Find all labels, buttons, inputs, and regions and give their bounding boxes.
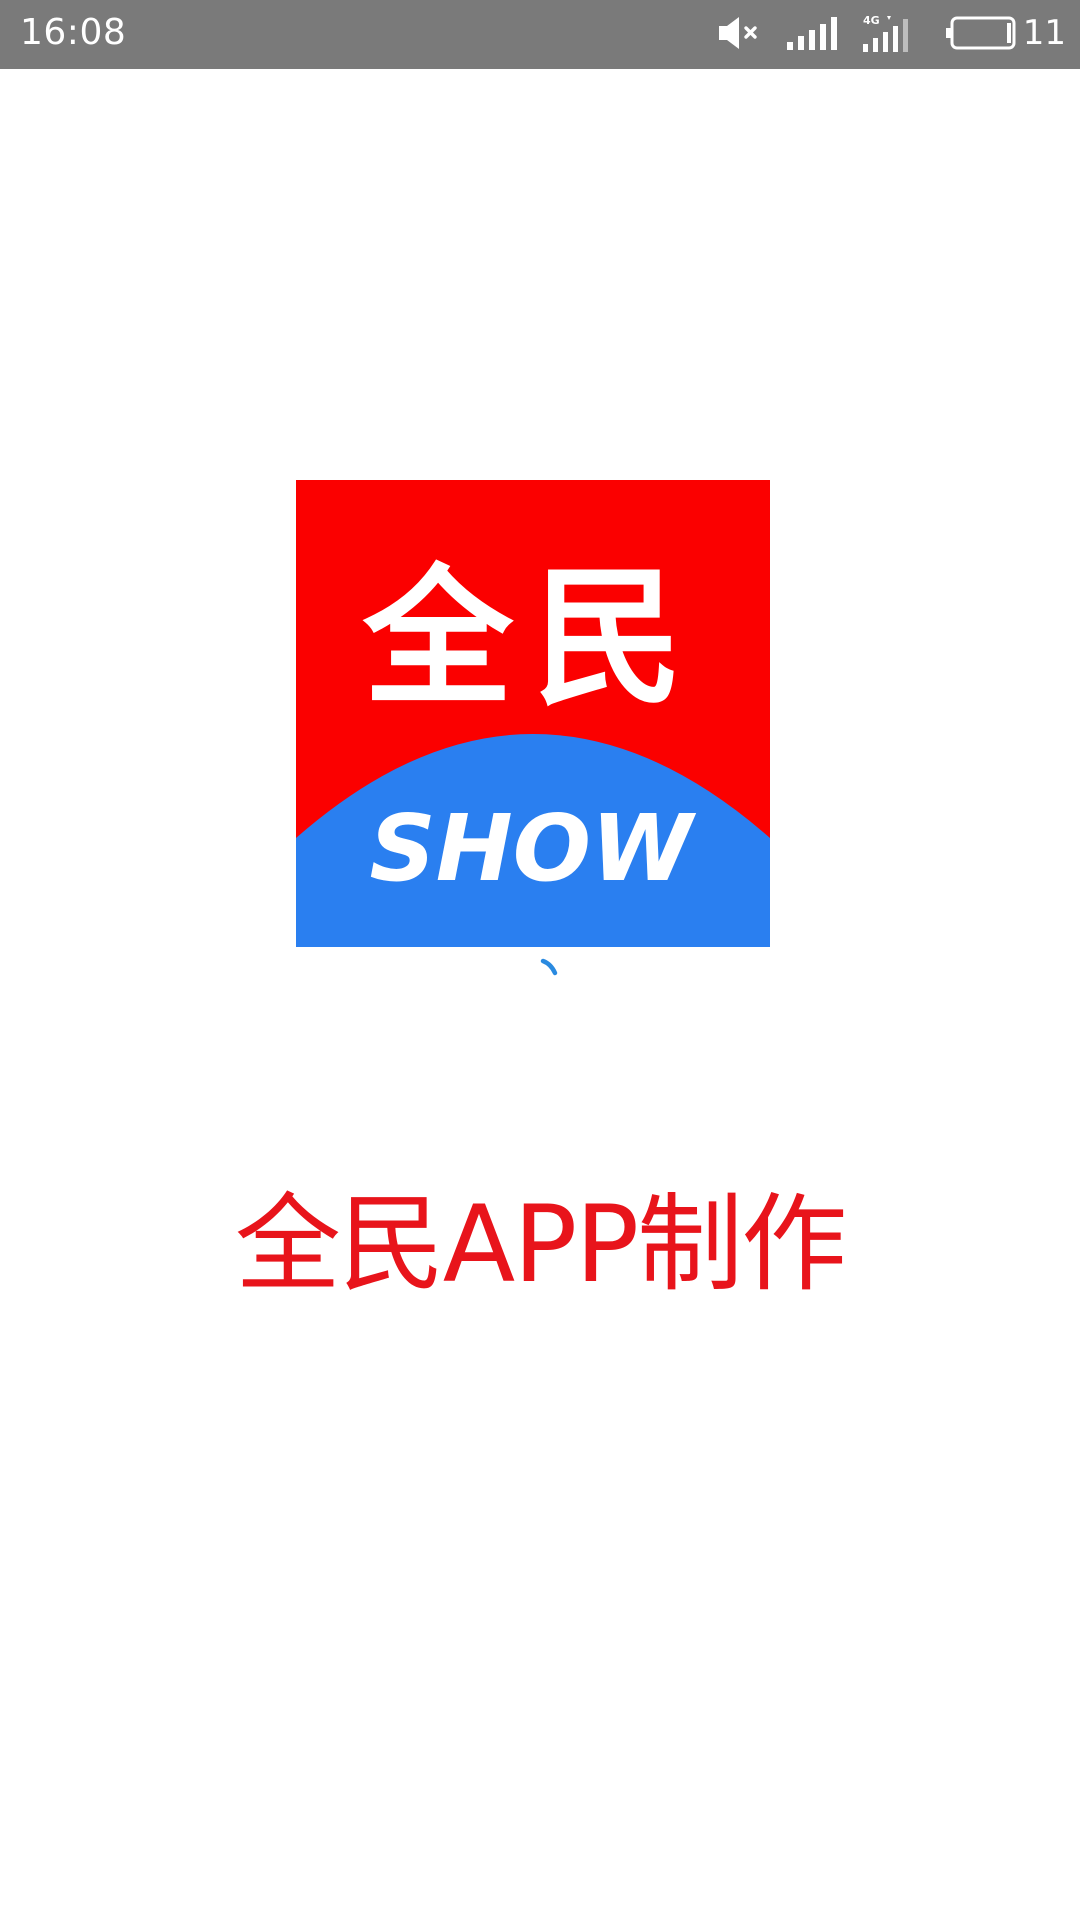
mute-icon [717, 15, 763, 51]
signal-icon [785, 15, 841, 51]
svg-text:全民: 全民 [362, 552, 703, 726]
app-name: 全民APP制作 [234, 1183, 847, 1306]
status-time: 16:08 [20, 12, 127, 53]
status-icons: 4G 11 [717, 10, 1066, 56]
battery-level: 11 [1022, 13, 1066, 53]
network-type-label: 4G [863, 14, 880, 27]
status-bar: 16:08 4G 11 [0, 0, 1080, 69]
battery-icon [945, 15, 1017, 51]
4g-signal-icon: 4G [861, 13, 919, 53]
loading-spinner-icon [537, 955, 577, 995]
app-logo: 全民 SHOW [296, 480, 770, 947]
splash-screen: 16:08 4G 11 全民 SHOW 全民APP制作 [0, 0, 1080, 1920]
svg-text:SHOW: SHOW [370, 795, 697, 902]
